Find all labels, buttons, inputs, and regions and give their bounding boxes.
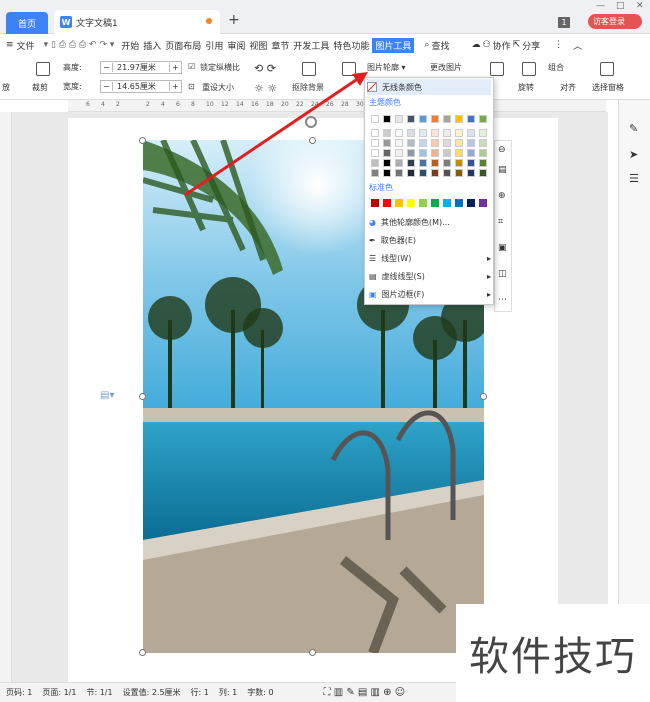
- status-section[interactable]: 节: 1/1: [86, 687, 112, 698]
- status-words[interactable]: 字数: 0: [247, 687, 273, 698]
- status-pages[interactable]: 页面: 1/1: [42, 687, 76, 698]
- status-setting[interactable]: 设置值: 2.5厘米: [123, 687, 181, 698]
- status-col[interactable]: 列: 1: [219, 687, 237, 698]
- status-row[interactable]: 行: 1: [191, 687, 209, 698]
- watermark-text: 软件技巧: [456, 604, 650, 702]
- status-page[interactable]: 页码: 1: [6, 687, 32, 698]
- view-mode-icons[interactable]: ⛶ ▥ ✎ ▤ ▥ ⊕ ☺: [324, 687, 406, 698]
- annotation-arrow: [184, 72, 368, 197]
